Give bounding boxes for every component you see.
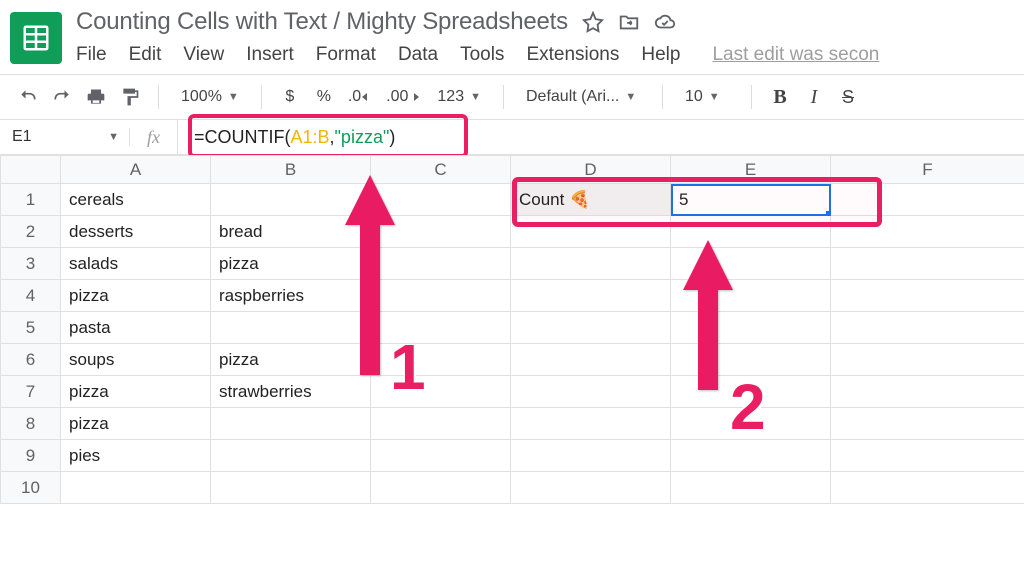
zoom-select[interactable]: 100%▼: [173, 88, 247, 106]
font-family-select[interactable]: Default (Ari...▼: [518, 88, 648, 106]
col-header-D[interactable]: D: [511, 156, 671, 184]
row-header-8[interactable]: 8: [1, 408, 61, 440]
row-header-7[interactable]: 7: [1, 376, 61, 408]
cell-B7[interactable]: strawberries: [211, 376, 371, 408]
last-edit-link[interactable]: Last edit was secon: [712, 44, 879, 66]
menu-help[interactable]: Help: [641, 44, 680, 66]
row-header-4[interactable]: 4: [1, 280, 61, 312]
cloud-status-icon[interactable]: [654, 11, 676, 33]
formula-bar-input[interactable]: =COUNTIF(A1:B,"pizza"): [178, 120, 1024, 154]
cell-A9[interactable]: pies: [61, 440, 211, 472]
col-header-E[interactable]: E: [671, 156, 831, 184]
document-title[interactable]: Counting Cells with Text / Mighty Spread…: [76, 8, 568, 36]
cell-A4[interactable]: pizza: [61, 280, 211, 312]
cell-A2[interactable]: desserts: [61, 216, 211, 248]
menu-format[interactable]: Format: [316, 44, 376, 66]
font-size-select[interactable]: 10▼: [677, 88, 737, 106]
row-header-6[interactable]: 6: [1, 344, 61, 376]
cell-A10[interactable]: [61, 472, 211, 504]
cell-F1[interactable]: [831, 184, 1024, 216]
menu-edit[interactable]: Edit: [129, 44, 162, 66]
cell-B10[interactable]: [211, 472, 371, 504]
menu-tools[interactable]: Tools: [460, 44, 504, 66]
cell-B6[interactable]: pizza: [211, 344, 371, 376]
menu-extensions[interactable]: Extensions: [526, 44, 619, 66]
menu-file[interactable]: File: [76, 44, 107, 66]
row-header-3[interactable]: 3: [1, 248, 61, 280]
col-header-C[interactable]: C: [371, 156, 511, 184]
cell-A3[interactable]: salads: [61, 248, 211, 280]
toolbar: 100%▼ $ % .0 .00 123▼ Default (Ari...▼ 1…: [0, 75, 1024, 119]
cell-E1[interactable]: 5: [671, 184, 831, 216]
cell-A1[interactable]: cereals: [61, 184, 211, 216]
cell-B9[interactable]: [211, 440, 371, 472]
star-icon[interactable]: [582, 11, 604, 33]
strikethrough-button[interactable]: S: [834, 83, 862, 111]
row-header-9[interactable]: 9: [1, 440, 61, 472]
undo-button[interactable]: [14, 83, 42, 111]
paint-format-button[interactable]: [116, 83, 144, 111]
bold-button[interactable]: B: [766, 83, 794, 111]
decrease-decimal-button[interactable]: .0: [344, 83, 376, 111]
cell-B8[interactable]: [211, 408, 371, 440]
italic-button[interactable]: I: [800, 83, 828, 111]
cell-A8[interactable]: pizza: [61, 408, 211, 440]
select-all-corner[interactable]: [1, 156, 61, 184]
spreadsheet-grid[interactable]: A B C D E F 1 cereals Count 🍕 5 2dessert…: [0, 155, 1024, 504]
cell-A5[interactable]: pasta: [61, 312, 211, 344]
row-header-5[interactable]: 5: [1, 312, 61, 344]
col-header-A[interactable]: A: [61, 156, 211, 184]
increase-decimal-button[interactable]: .00: [382, 83, 423, 111]
cell-B1[interactable]: [211, 184, 371, 216]
menu-bar: File Edit View Insert Format Data Tools …: [76, 44, 1014, 66]
menu-insert[interactable]: Insert: [246, 44, 294, 66]
move-to-folder-icon[interactable]: [618, 11, 640, 33]
row-header-2[interactable]: 2: [1, 216, 61, 248]
percent-button[interactable]: %: [310, 83, 338, 111]
menu-view[interactable]: View: [183, 44, 224, 66]
cell-D1[interactable]: Count 🍕: [511, 184, 671, 216]
col-header-F[interactable]: F: [831, 156, 1024, 184]
sheets-logo-icon[interactable]: [10, 12, 62, 64]
row-header-1[interactable]: 1: [1, 184, 61, 216]
col-header-B[interactable]: B: [211, 156, 371, 184]
more-formats-select[interactable]: 123▼: [429, 88, 489, 106]
cell-B5[interactable]: [211, 312, 371, 344]
redo-button[interactable]: [48, 83, 76, 111]
fx-icon: fx: [130, 120, 178, 154]
currency-button[interactable]: $: [276, 83, 304, 111]
cell-A7[interactable]: pizza: [61, 376, 211, 408]
cell-A6[interactable]: soups: [61, 344, 211, 376]
name-box[interactable]: E1▼: [0, 128, 130, 146]
row-header-10[interactable]: 10: [1, 472, 61, 504]
print-button[interactable]: [82, 83, 110, 111]
menu-data[interactable]: Data: [398, 44, 438, 66]
cell-B4[interactable]: raspberries: [211, 280, 371, 312]
cell-B3[interactable]: pizza: [211, 248, 371, 280]
cell-B2[interactable]: bread: [211, 216, 371, 248]
cell-C1[interactable]: [371, 184, 511, 216]
